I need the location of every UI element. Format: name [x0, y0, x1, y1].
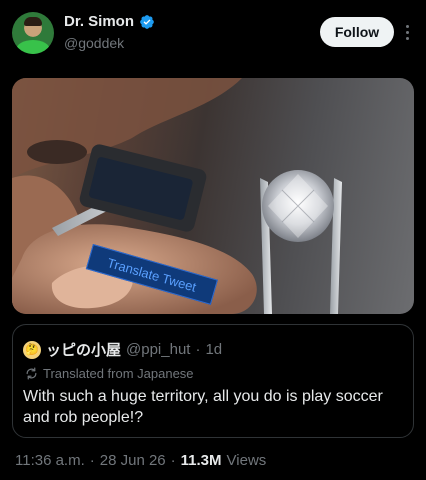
quoted-tweet-header: 🤔 ッピの小屋 @ppi_hut · 1d	[23, 339, 222, 360]
author-name-row[interactable]: Dr. Simon	[64, 13, 155, 30]
meta-separator: ·	[170, 452, 176, 469]
quoted-tweet[interactable]: 🤔 ッピの小屋 @ppi_hut · 1d Translated from Ja…	[12, 324, 414, 438]
tweet-date[interactable]: 28 Jun 26	[100, 452, 166, 469]
views-label: Views	[226, 452, 267, 469]
follow-button[interactable]: Follow	[320, 17, 394, 47]
quoted-author-avatar[interactable]: 🤔	[23, 340, 41, 359]
tweet-media-image[interactable]: Translate Tweet	[12, 78, 414, 314]
quoted-author-name[interactable]: ッピの小屋	[46, 339, 121, 360]
quoted-separator: ·	[195, 341, 201, 358]
quoted-author-handle[interactable]: @ppi_hut	[126, 341, 190, 358]
translate-icon	[26, 367, 37, 380]
meta-separator: ·	[89, 452, 95, 469]
author-display-name[interactable]: Dr. Simon	[64, 13, 134, 30]
translated-label: Translated from Japanese	[43, 366, 194, 381]
author-handle[interactable]: @goddek	[64, 35, 124, 51]
quoted-tweet-text: With such a huge territory, all you do i…	[23, 388, 383, 426]
views-count[interactable]: 11.3M	[181, 452, 222, 469]
author-avatar[interactable]	[12, 12, 54, 54]
more-options-icon[interactable]	[400, 19, 414, 45]
translated-notice: Translated from Japanese	[25, 366, 194, 381]
tweet-time[interactable]: 11:36 a.m.	[15, 452, 85, 469]
quoted-timestamp[interactable]: 1d	[205, 341, 222, 358]
verified-badge-icon	[140, 14, 154, 29]
tweet-meta: 11:36 a.m. · 28 Jun 26 · 11.3M Views	[15, 452, 266, 469]
tweet-header: Dr. Simon @goddek Follow	[12, 10, 414, 58]
